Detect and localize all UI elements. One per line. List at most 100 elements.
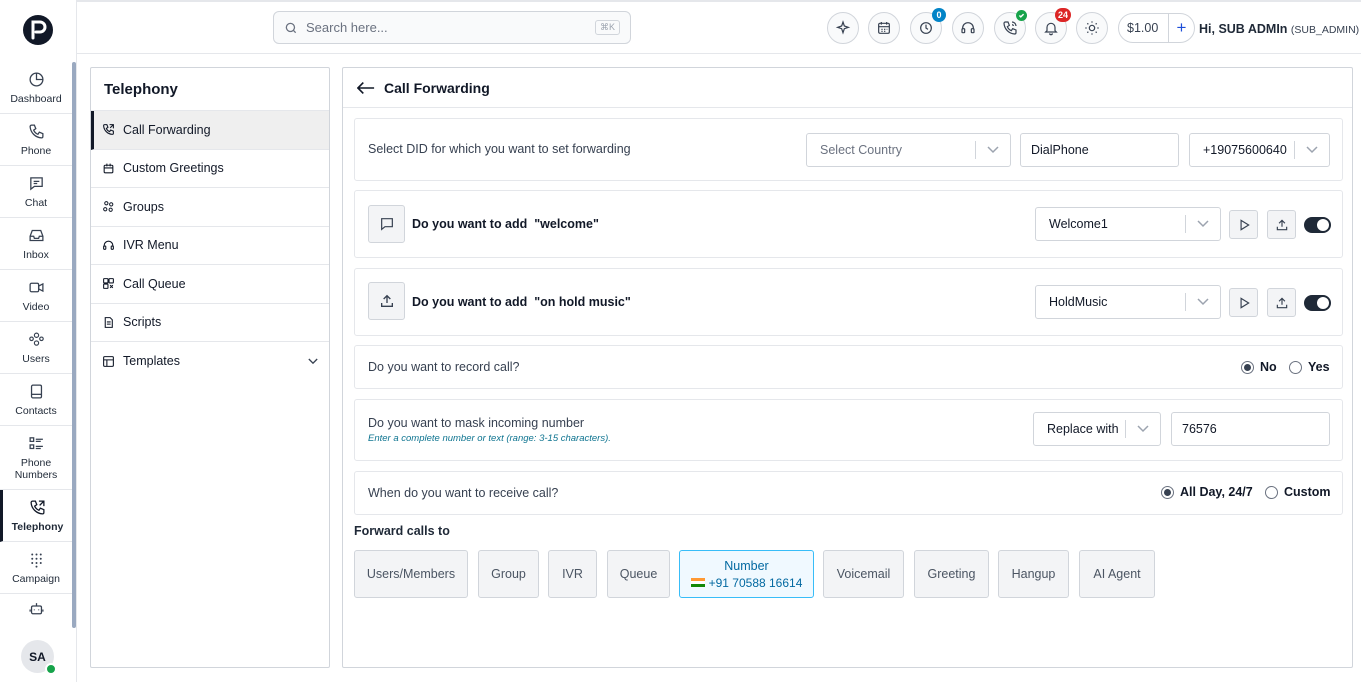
radio-selected[interactable] — [1241, 360, 1254, 374]
phone-forward-icon — [30, 499, 45, 515]
did-selection-card: Select DID for which you want to set for… — [354, 118, 1343, 181]
chevron-down-icon — [308, 358, 318, 364]
hold-music-select[interactable]: HoldMusic — [1035, 285, 1221, 319]
nav-phone[interactable]: Phone — [0, 114, 72, 166]
receive-allday-label: All Day, 24/7 — [1180, 485, 1253, 499]
record-no-option[interactable]: No — [1241, 360, 1277, 374]
welcome-card: Do you want to add "welcome" Welcome1 — [354, 190, 1343, 258]
nav-dashboard[interactable]: Dashboard — [0, 62, 72, 114]
history-button[interactable]: 0 — [910, 8, 946, 44]
forward-option-ivr[interactable]: IVR — [548, 550, 597, 598]
record-yes-option[interactable]: Yes — [1289, 360, 1330, 374]
record-call-card: Do you want to record call? No Yes — [354, 345, 1343, 389]
welcome-greeting-select[interactable]: Welcome1 — [1035, 207, 1221, 241]
phone-call-icon — [1003, 21, 1017, 35]
support-button[interactable] — [952, 12, 984, 44]
queue-icon — [103, 278, 114, 290]
ai-sparkle-button[interactable] — [827, 12, 859, 44]
template-icon — [103, 355, 114, 367]
forward-option-queue[interactable]: Queue — [607, 550, 670, 598]
add-balance-button[interactable]: + — [1168, 14, 1194, 42]
mask-hint: Enter a complete number or text (range: … — [368, 433, 611, 444]
nav-label: Campaign — [12, 572, 60, 585]
mask-mode-select[interactable]: Replace with — [1033, 412, 1161, 446]
chevron-down-icon — [1306, 146, 1318, 154]
hold-music-question: Do you want to add "on hold music" — [412, 295, 631, 309]
user-avatar[interactable]: SA — [21, 640, 57, 675]
nav-phone-numbers[interactable]: Phone Numbers — [0, 426, 72, 490]
notifications-badge: 24 — [1054, 8, 1071, 22]
play-icon — [1240, 218, 1250, 231]
nav-video[interactable]: Video — [0, 270, 72, 322]
phone-icon — [28, 123, 44, 139]
call-status-button[interactable] — [994, 10, 1027, 44]
upload-icon — [380, 294, 393, 307]
submenu-item-groups[interactable]: Groups — [91, 188, 329, 227]
did-number-select[interactable]: +19075600640 — [1189, 133, 1330, 167]
app-logo[interactable] — [22, 14, 54, 46]
forward-number-value: +91 70588 16614 — [708, 575, 803, 590]
back-arrow-icon[interactable] — [357, 81, 375, 95]
radio-unselected[interactable] — [1289, 360, 1302, 374]
notifications-button[interactable]: 24 — [1035, 8, 1071, 44]
users-icon — [28, 332, 44, 346]
forward-number-label: Number — [724, 558, 769, 573]
calendar-icon — [878, 22, 890, 34]
radio-unselected[interactable] — [1265, 485, 1278, 499]
rail-scrollbar[interactable] — [72, 62, 76, 628]
nav-telephony[interactable]: Telephony — [0, 490, 72, 542]
submenu-item-ivr-menu[interactable]: IVR Menu — [91, 227, 329, 265]
user-greeting[interactable]: Hi, SUB ADMIn (SUB_ADMIN) — [1199, 22, 1359, 36]
chevron-down-icon — [1137, 425, 1149, 433]
nav-chat[interactable]: Chat — [0, 166, 72, 218]
mask-value-input[interactable]: 76576 — [1171, 412, 1330, 446]
hold-music-upload-button[interactable] — [1267, 288, 1296, 317]
hold-music-play-button[interactable] — [1229, 288, 1258, 317]
receive-custom-label: Custom — [1284, 485, 1331, 499]
upload-icon — [1276, 297, 1287, 308]
welcome-question: Do you want to add "welcome" — [412, 217, 599, 231]
play-icon — [1240, 296, 1250, 309]
provider-field[interactable]: DialPhone — [1020, 133, 1179, 167]
nav-label: Video — [22, 300, 50, 313]
group-icon — [103, 201, 114, 213]
nav-ai-bot[interactable] — [0, 594, 72, 624]
forward-option-greeting[interactable]: Greeting — [914, 550, 989, 598]
nav-inbox[interactable]: Inbox — [0, 218, 72, 270]
country-select[interactable]: Select Country — [806, 133, 1011, 167]
forward-option-number[interactable]: Number +91 70588 16614 — [679, 550, 814, 598]
forward-option-group[interactable]: Group — [478, 550, 539, 598]
radio-selected[interactable] — [1161, 485, 1174, 499]
submenu-item-label: Templates — [123, 354, 180, 369]
calendar-button[interactable] — [868, 12, 900, 44]
welcome-upload-button[interactable] — [1267, 210, 1296, 239]
submenu-item-call-forwarding[interactable]: Call Forwarding — [91, 111, 329, 150]
welcome-play-button[interactable] — [1229, 210, 1258, 239]
welcome-toggle[interactable] — [1304, 217, 1331, 233]
search-input[interactable]: Search here... ⌘K — [273, 11, 631, 44]
nav-users[interactable]: Users — [0, 322, 72, 374]
submenu-item-call-queue[interactable]: Call Queue — [91, 265, 329, 304]
theme-toggle-button[interactable] — [1076, 12, 1108, 44]
balance-widget: $1.00 + — [1118, 13, 1195, 43]
nav-label: Contacts — [15, 404, 57, 417]
nav-campaign[interactable]: Campaign — [0, 542, 72, 594]
submenu-item-scripts[interactable]: Scripts — [91, 304, 329, 342]
document-icon — [104, 316, 113, 328]
nav-contacts[interactable]: Contacts — [0, 374, 72, 426]
submenu-item-custom-greetings[interactable]: Custom Greetings — [91, 150, 329, 188]
receive-allday-option[interactable]: All Day, 24/7 — [1161, 485, 1253, 499]
submenu-item-templates[interactable]: Templates — [91, 342, 329, 381]
receive-custom-option[interactable]: Custom — [1265, 485, 1331, 499]
hold-music-toggle[interactable] — [1304, 295, 1331, 311]
submenu-item-label: Custom Greetings — [123, 161, 224, 176]
forward-option-voicemail[interactable]: Voicemail — [823, 550, 904, 598]
contacts-book-icon — [30, 383, 42, 399]
forward-option-users[interactable]: Users/Members — [354, 550, 468, 598]
forward-number-value-row: +91 70588 16614 — [690, 575, 803, 590]
did-label: Select DID for which you want to set for… — [368, 142, 631, 156]
balance-amount: $1.00 — [1127, 21, 1159, 35]
forward-option-hangup[interactable]: Hangup — [998, 550, 1069, 598]
forward-option-ai-agent[interactable]: AI Agent — [1079, 550, 1155, 598]
submenu-item-label: Scripts — [123, 315, 162, 330]
